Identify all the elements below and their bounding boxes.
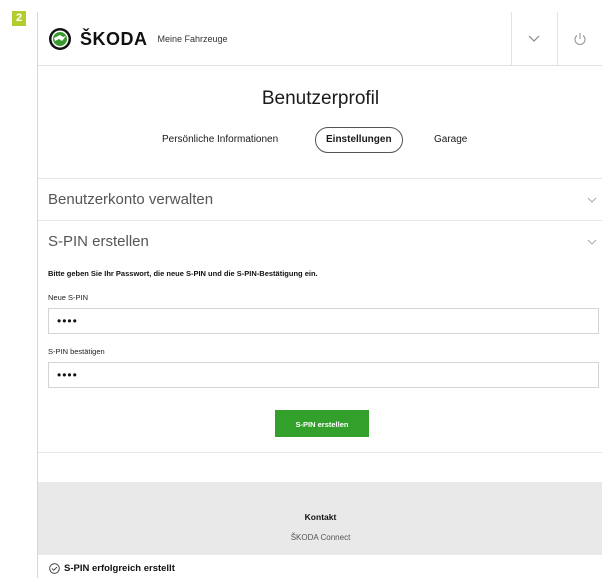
chevron-down-icon	[528, 35, 540, 42]
skoda-logo-icon	[49, 28, 71, 50]
success-message-text: S-PIN erfolgreich erstellt	[64, 563, 175, 574]
section-spin-title[interactable]: S-PIN erstellen	[48, 233, 149, 250]
new-pin-input[interactable]: ••••	[48, 308, 599, 334]
step-badge: 2	[12, 11, 26, 26]
profile-tabs: Persönliche Informationen Einstellungen …	[38, 127, 602, 153]
section-divider	[38, 220, 602, 221]
success-message: S-PIN erfolgreich erstellt	[49, 563, 175, 574]
new-pin-label: Neue S-PIN	[48, 293, 89, 302]
top-bar: ŠKODA Meine Fahrzeuge	[38, 12, 602, 66]
section-divider	[38, 452, 602, 453]
confirm-pin-input[interactable]: ••••	[48, 362, 599, 388]
brand-name: ŠKODA	[80, 28, 148, 49]
chevron-down-icon[interactable]	[587, 197, 597, 203]
menu-dropdown-button[interactable]	[511, 12, 557, 65]
chevron-down-icon[interactable]	[587, 239, 597, 245]
footer: Kontakt ŠKODA Connect	[38, 482, 602, 555]
tab-settings[interactable]: Einstellungen	[315, 127, 403, 153]
page-title: Benutzerprofil	[261, 88, 380, 109]
logout-button[interactable]	[557, 12, 602, 65]
section-account-title[interactable]: Benutzerkonto verwalten	[48, 191, 213, 208]
spin-instruction: Bitte geben Sie Ihr Passwort, die neue S…	[48, 269, 318, 278]
nav-title[interactable]: Meine Fahrzeuge	[158, 34, 228, 44]
create-spin-button[interactable]: S-PIN erstellen	[275, 410, 369, 437]
tab-garage[interactable]: Garage	[434, 127, 467, 153]
app-frame: ŠKODA Meine Fahrzeuge Benutzerprofil Per…	[37, 12, 602, 578]
confirm-pin-label: S-PIN bestätigen	[48, 347, 105, 356]
section-divider	[38, 178, 602, 179]
check-circle-icon	[49, 563, 60, 574]
footer-contact-link[interactable]: Kontakt	[38, 512, 602, 522]
tab-personal-information[interactable]: Persönliche Informationen	[162, 127, 278, 153]
footer-subtitle: ŠKODA Connect	[290, 533, 351, 542]
power-icon	[574, 32, 586, 45]
brand-logo[interactable]: ŠKODA Meine Fahrzeuge	[48, 25, 228, 53]
